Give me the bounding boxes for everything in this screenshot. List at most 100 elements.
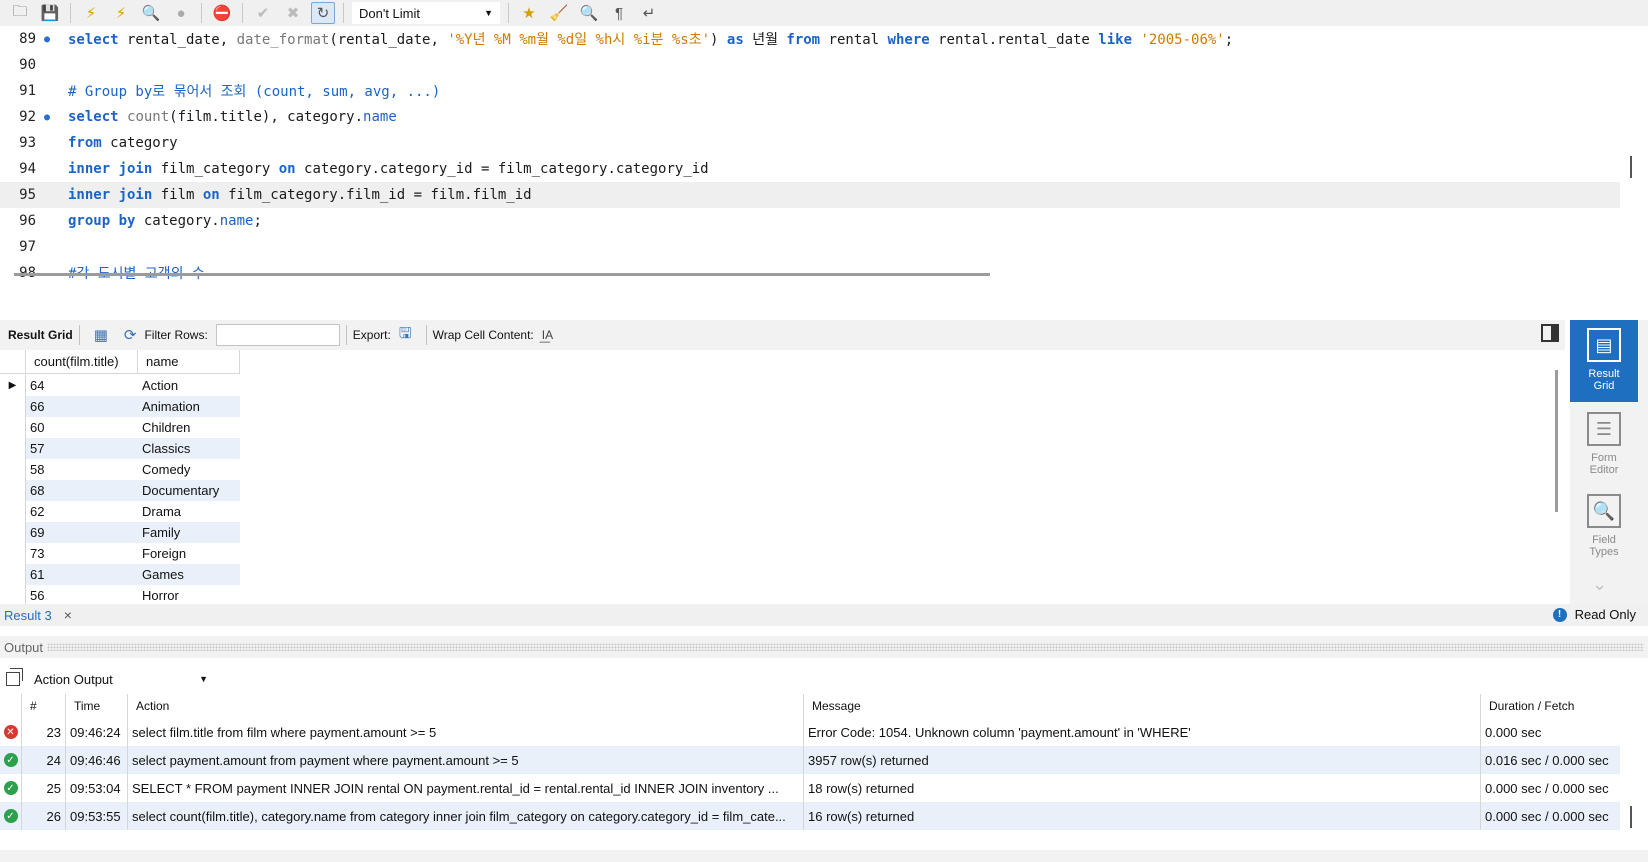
close-icon[interactable]: × xyxy=(64,607,72,623)
cell-count[interactable]: 64 xyxy=(26,375,138,396)
table-row[interactable]: 73 Foreign xyxy=(0,543,240,564)
table-row[interactable]: 61 Games xyxy=(0,564,240,585)
cell-count[interactable]: 61 xyxy=(26,564,138,585)
sql-editor[interactable]: 89 ● select rental_date, date_format(ren… xyxy=(0,26,1648,294)
row-selector[interactable] xyxy=(0,585,26,604)
column-header-count[interactable]: count(film.title) xyxy=(26,350,138,374)
autocommit-toggle-icon[interactable]: ↻ xyxy=(311,2,335,24)
cell-count[interactable]: 62 xyxy=(26,501,138,522)
log-row[interactable]: ✓ 24 09:46:46 select payment.amount from… xyxy=(0,746,1620,774)
output-vertical-scrollbar[interactable] xyxy=(1630,806,1632,828)
side-form-editor-button[interactable]: ☰ Form Editor xyxy=(1570,412,1638,476)
filter-rows-input[interactable] xyxy=(215,324,340,346)
cell-name[interactable]: Children xyxy=(138,417,240,438)
grid-view-icon[interactable]: ▦ xyxy=(94,326,108,344)
row-selector[interactable] xyxy=(0,522,26,543)
find-replace-icon[interactable]: 🔍 xyxy=(577,2,601,24)
column-header-duration[interactable]: Duration / Fetch xyxy=(1481,694,1620,718)
column-header-message[interactable]: Message xyxy=(804,694,1481,718)
rollback-icon[interactable]: ✖ xyxy=(281,2,305,24)
status-cell: ✕ xyxy=(0,718,22,746)
row-selector[interactable] xyxy=(0,438,26,459)
column-header-number[interactable]: # xyxy=(22,694,66,718)
cell-name[interactable]: Comedy xyxy=(138,459,240,480)
cell-name[interactable]: Foreign xyxy=(138,543,240,564)
editor-line: 96 group by category.name; xyxy=(0,208,1620,234)
line-number: 93 xyxy=(19,135,36,151)
result-grid[interactable]: count(film.title) name ▶ 64 Action 66 An… xyxy=(0,350,1555,604)
cell-name[interactable]: Family xyxy=(138,522,240,543)
cell-name[interactable]: Documentary xyxy=(138,480,240,501)
table-row[interactable]: 69 Family xyxy=(0,522,240,543)
copy-icon[interactable] xyxy=(6,668,23,686)
add-snippet-icon[interactable]: ★ xyxy=(517,2,541,24)
grid-vertical-scrollbar[interactable] xyxy=(1555,370,1558,512)
editor-vertical-scrollbar[interactable] xyxy=(1630,156,1632,178)
refresh-icon[interactable]: ⟳ xyxy=(124,326,137,344)
log-message: 18 row(s) returned xyxy=(804,774,1481,802)
column-header-name[interactable]: name xyxy=(138,350,240,374)
cell-name[interactable]: Horror xyxy=(138,585,240,604)
cell-count[interactable]: 66 xyxy=(26,396,138,417)
log-row[interactable]: ✕ 23 09:46:24 select film.title from fil… xyxy=(0,718,1620,746)
table-row[interactable]: 68 Documentary xyxy=(0,480,240,501)
log-row[interactable]: ✓ 26 09:53:55 select count(film.title), … xyxy=(0,802,1620,830)
row-selector[interactable] xyxy=(0,396,26,417)
toggle-side-panel-icon[interactable] xyxy=(1541,324,1559,342)
row-selector[interactable] xyxy=(0,564,26,585)
column-header-action[interactable]: Action xyxy=(128,694,804,718)
wrap-cell-icon[interactable]: I͟A xyxy=(542,328,553,342)
commit-icon[interactable]: ✔ xyxy=(251,2,275,24)
table-row[interactable]: 57 Classics xyxy=(0,438,240,459)
table-row[interactable]: 58 Comedy xyxy=(0,459,240,480)
row-selector-icon[interactable]: ▶ xyxy=(0,375,26,396)
save-icon[interactable]: 💾 xyxy=(38,2,62,24)
row-selector[interactable] xyxy=(0,417,26,438)
log-row[interactable]: ✓ 25 09:53:04 SELECT * FROM payment INNE… xyxy=(0,774,1620,802)
limit-rows-value: Don't Limit xyxy=(359,5,421,21)
editor-horizontal-scrollbar[interactable] xyxy=(14,273,990,276)
row-selector[interactable] xyxy=(0,501,26,522)
cell-name[interactable]: Games xyxy=(138,564,240,585)
table-row[interactable]: 62 Drama xyxy=(0,501,240,522)
execute-current-icon[interactable]: ⚡ xyxy=(109,2,133,24)
log-time: 09:46:24 xyxy=(66,718,128,746)
table-row[interactable]: 60 Children xyxy=(0,417,240,438)
output-type-select[interactable]: Action Output ▼ xyxy=(30,668,212,690)
cell-count[interactable]: 73 xyxy=(26,543,138,564)
cell-name[interactable]: Drama xyxy=(138,501,240,522)
cell-name[interactable]: Action xyxy=(138,375,240,396)
row-selector[interactable] xyxy=(0,543,26,564)
cell-count[interactable]: 58 xyxy=(26,459,138,480)
cell-name[interactable]: Classics xyxy=(138,438,240,459)
cell-count[interactable]: 56 xyxy=(26,585,138,604)
cell-count[interactable]: 68 xyxy=(26,480,138,501)
side-field-types-button[interactable]: 🔍 Field Types xyxy=(1570,494,1638,558)
row-selector[interactable] xyxy=(0,459,26,480)
explain-icon[interactable]: 🔍 xyxy=(139,2,163,24)
cell-count[interactable]: 57 xyxy=(26,438,138,459)
row-selector[interactable] xyxy=(0,480,26,501)
column-header-time[interactable]: Time xyxy=(66,694,128,718)
export-icon[interactable]: 🖫 xyxy=(399,323,412,348)
tab-result-3[interactable]: Result 3 × xyxy=(0,607,72,623)
open-folder-icon[interactable]: 🗀 xyxy=(8,2,32,24)
status-column-header xyxy=(0,694,22,718)
limit-rows-select[interactable]: Don't Limit ▼ xyxy=(352,2,500,24)
code-text: from category xyxy=(68,135,178,151)
cell-name[interactable]: Animation xyxy=(138,396,240,417)
word-wrap-icon[interactable]: ↵ xyxy=(637,2,661,24)
cell-count[interactable]: 69 xyxy=(26,522,138,543)
invisible-chars-icon[interactable]: ¶ xyxy=(607,2,631,24)
table-row[interactable]: 66 Animation xyxy=(0,396,240,417)
toggle-error-icon[interactable]: ⛔ xyxy=(210,2,234,24)
chevron-down-icon[interactable]: ⌄ xyxy=(1592,574,1607,595)
execute-icon[interactable]: ⚡ xyxy=(79,2,103,24)
cell-count[interactable]: 60 xyxy=(26,417,138,438)
table-row[interactable]: ▶ 64 Action xyxy=(0,375,240,396)
table-row[interactable]: 56 Horror xyxy=(0,585,240,604)
side-result-grid-button[interactable]: ▤ Result Grid xyxy=(1562,320,1638,402)
stop-icon[interactable]: ● xyxy=(169,2,193,24)
drag-handle[interactable] xyxy=(47,643,1644,651)
beautify-icon[interactable]: 🧹 xyxy=(547,2,571,24)
